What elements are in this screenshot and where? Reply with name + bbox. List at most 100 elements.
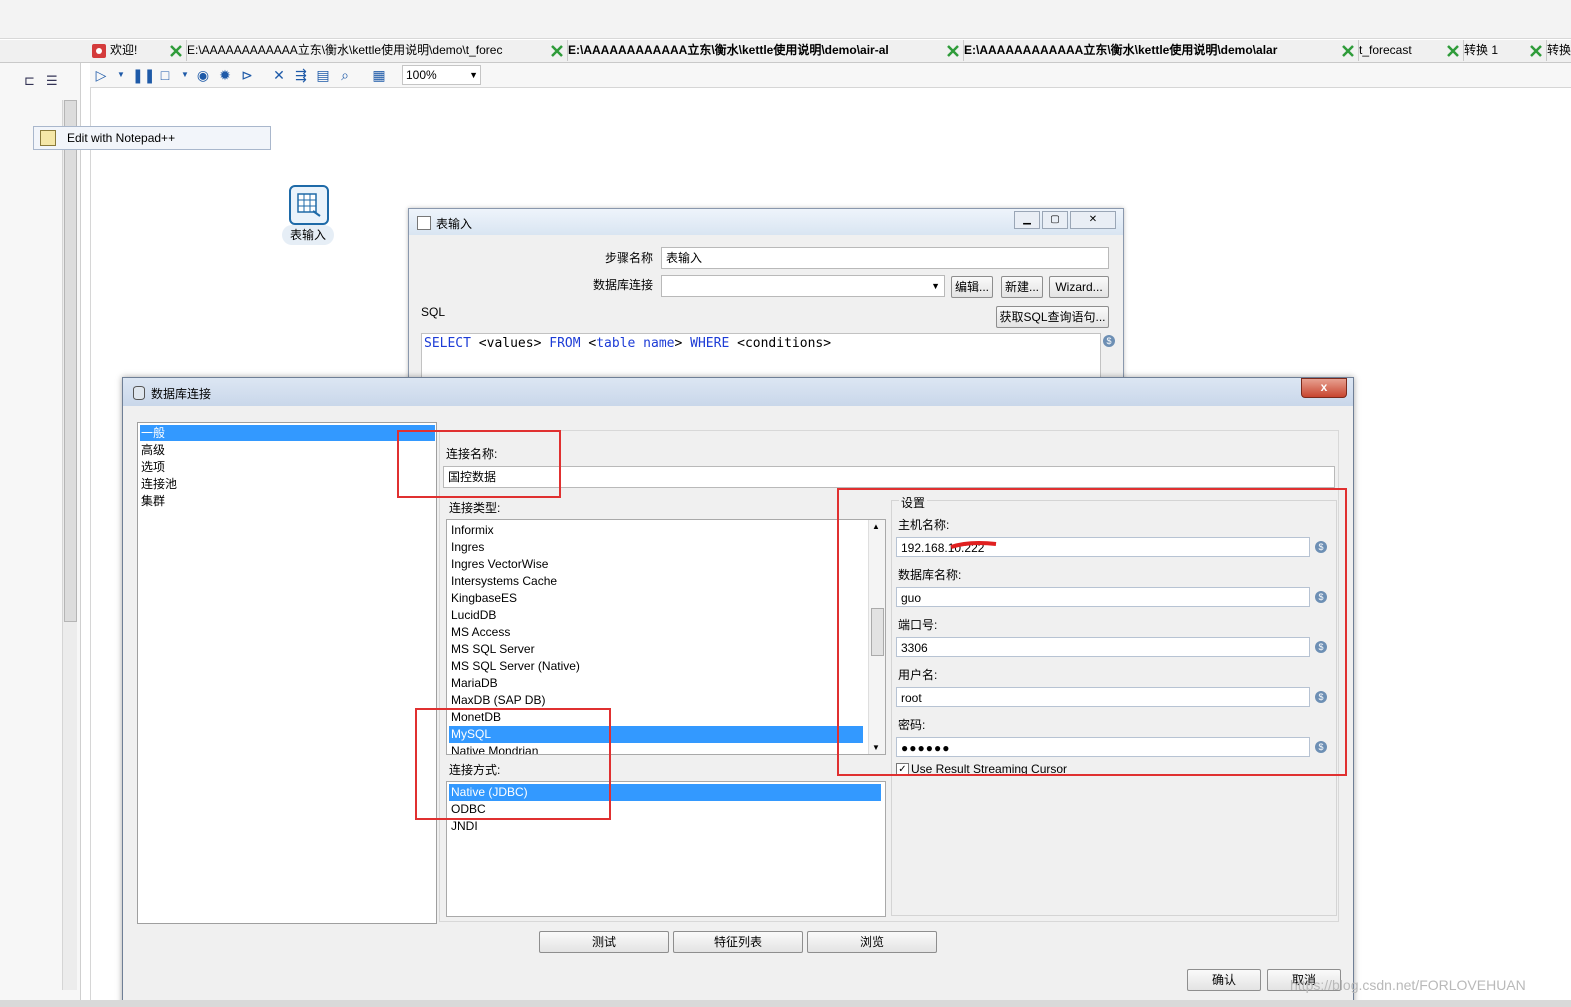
username-input[interactable]: root: [896, 687, 1310, 707]
scroll-thumb[interactable]: [871, 608, 884, 656]
tab-transform[interactable]: 转换: [1525, 40, 1571, 61]
list-view-icon[interactable]: ☰: [46, 73, 58, 89]
list-item[interactable]: LucidDB: [449, 607, 863, 624]
database-name-input[interactable]: guo: [896, 587, 1310, 607]
list-item[interactable]: Intersystems Cache: [449, 573, 863, 590]
list-item[interactable]: MS SQL Server: [449, 641, 863, 658]
access-method-list[interactable]: Native (JDBC) ODBC JNDI: [446, 781, 886, 917]
zoom-value: 100%: [406, 68, 437, 82]
list-item[interactable]: Ingres VectorWise: [449, 556, 863, 573]
get-sql-button[interactable]: 获取SQL查询语句...: [996, 306, 1109, 328]
browse-button[interactable]: 浏览: [807, 931, 937, 953]
feature-list-button[interactable]: 特征列表: [673, 931, 803, 953]
run-icon[interactable]: ▷: [92, 66, 110, 84]
list-item[interactable]: KingbaseES: [449, 590, 863, 607]
variable-icon[interactable]: $: [1103, 335, 1115, 347]
sql-keyword: SELECT: [424, 336, 471, 351]
nav-item-general[interactable]: 一般: [140, 425, 435, 441]
variable-icon[interactable]: $: [1315, 691, 1327, 703]
tab-label: E:\AAAAAAAAAAAA立东\衡水\kettle使用说明\demo\t_f…: [187, 43, 503, 57]
list-item[interactable]: MariaDB: [449, 675, 863, 692]
access-method-label: 连接方式:: [449, 763, 501, 777]
host-name-label: 主机名称:: [898, 518, 950, 532]
chevron-up-icon[interactable]: ▲: [872, 522, 880, 531]
tab-label: 转换 1: [1464, 43, 1499, 57]
preview-icon[interactable]: ◉: [194, 66, 212, 84]
sql-label: SQL: [421, 305, 446, 319]
variable-icon[interactable]: $: [1315, 741, 1327, 753]
replay-icon[interactable]: ⊳: [238, 66, 256, 84]
password-input[interactable]: ●●●●●●: [896, 737, 1310, 757]
application-top-bar: [0, 0, 1571, 39]
variable-icon[interactable]: $: [1315, 591, 1327, 603]
nav-item-options[interactable]: 选项: [140, 459, 435, 475]
sql-text: >: [674, 336, 691, 351]
maximize-button[interactable]: ▢: [1042, 211, 1068, 229]
step-label: 表输入: [282, 225, 334, 245]
transform-icon: [1446, 44, 1460, 58]
explore-db-icon[interactable]: ⌕: [336, 66, 354, 84]
wizard-button[interactable]: Wizard...: [1049, 276, 1109, 298]
debug-icon[interactable]: ✹: [216, 66, 234, 84]
step-name-input[interactable]: 表输入: [661, 247, 1109, 269]
scroll-thumb[interactable]: [64, 100, 77, 622]
edit-connection-button[interactable]: 编辑...: [951, 276, 993, 298]
sql-icon[interactable]: ▤: [314, 66, 332, 84]
variable-icon[interactable]: $: [1315, 541, 1327, 553]
list-item[interactable]: JNDI: [449, 818, 881, 835]
list-item[interactable]: MonetDB: [449, 709, 863, 726]
chevron-down-icon[interactable]: ▼: [872, 743, 880, 752]
list-item[interactable]: Informix: [449, 522, 863, 539]
tab-label: t_forecast: [1359, 43, 1412, 57]
database-connection-dialog: 数据库连接 x 一般 高级 选项 连接池 集群 连接名称: 国控数据 连接类型:…: [122, 377, 1354, 1007]
connection-type-scrollbar[interactable]: ▲ ▼: [868, 520, 885, 754]
left-pane-scrollbar[interactable]: [62, 100, 77, 990]
tab-label: E:\AAAAAAAAAAAA立东\衡水\kettle使用说明\demo\ala…: [964, 43, 1278, 57]
nav-item-pooling[interactable]: 连接池: [140, 476, 435, 492]
db-connection-label: 数据库连接: [593, 278, 654, 292]
tab-transform-t-forecast-path[interactable]: E:\AAAAAAAAAAAA立东\衡水\kettle使用说明\demo\t_f…: [165, 40, 568, 61]
connection-type-list[interactable]: Informix Ingres Ingres VectorWise Inters…: [446, 519, 886, 755]
stop-options-dropdown-icon[interactable]: ▼: [176, 66, 194, 84]
list-item[interactable]: MS Access: [449, 624, 863, 641]
close-button[interactable]: x: [1301, 378, 1347, 398]
impact-icon[interactable]: ⇶: [292, 66, 310, 84]
sql-keyword: WHERE: [690, 336, 730, 351]
list-item[interactable]: MS SQL Server (Native): [449, 658, 863, 675]
layout-icon[interactable]: ▦: [370, 66, 388, 84]
nav-item-clustering[interactable]: 集群: [140, 493, 435, 509]
db-connection-select[interactable]: ▼: [661, 275, 945, 297]
minimize-button[interactable]: ▁: [1014, 211, 1040, 229]
table-input-step-icon[interactable]: [289, 185, 329, 225]
notepad-icon: [40, 130, 56, 146]
ok-button[interactable]: 确认: [1187, 969, 1261, 991]
tab-transform-alar[interactable]: E:\AAAAAAAAAAAA立东\衡水\kettle使用说明\demo\ala…: [942, 40, 1359, 61]
stop-icon[interactable]: □: [156, 66, 174, 84]
run-options-dropdown-icon[interactable]: ▼: [112, 66, 130, 84]
new-connection-button[interactable]: 新建...: [1001, 276, 1043, 298]
list-item[interactable]: ODBC: [449, 801, 881, 818]
connection-name-input[interactable]: 国控数据: [443, 466, 1335, 488]
streaming-cursor-checkbox[interactable]: ✓: [896, 763, 909, 776]
zoom-select[interactable]: 100% ▼: [402, 65, 481, 85]
tree-view-icon[interactable]: ⊏: [24, 73, 35, 89]
table-icon: [297, 193, 321, 217]
dialog-title: 表输入: [436, 217, 473, 231]
pause-icon[interactable]: ❚❚: [132, 66, 155, 84]
port-input[interactable]: 3306: [896, 637, 1310, 657]
list-item[interactable]: Native Mondrian: [449, 743, 863, 754]
verify-icon[interactable]: ✕: [270, 66, 288, 84]
variable-icon[interactable]: $: [1315, 641, 1327, 653]
connection-type-label: 连接类型:: [449, 501, 501, 515]
tab-transform-air-al[interactable]: E:\AAAAAAAAAAAA立东\衡水\kettle使用说明\demo\air…: [546, 40, 964, 61]
test-button[interactable]: 测试: [539, 931, 669, 953]
menu-item-edit-with-notepad[interactable]: Edit with Notepad++: [67, 127, 175, 149]
close-button[interactable]: ✕: [1070, 211, 1116, 229]
list-item[interactable]: MaxDB (SAP DB): [449, 692, 863, 709]
nav-item-advanced[interactable]: 高级: [140, 442, 435, 458]
list-item-selected[interactable]: MySQL: [449, 726, 863, 743]
transform-icon: [1341, 44, 1355, 58]
list-item-selected[interactable]: Native (JDBC): [449, 784, 881, 801]
step-name-label: 步骤名称: [605, 251, 654, 265]
list-item[interactable]: Ingres: [449, 539, 863, 556]
